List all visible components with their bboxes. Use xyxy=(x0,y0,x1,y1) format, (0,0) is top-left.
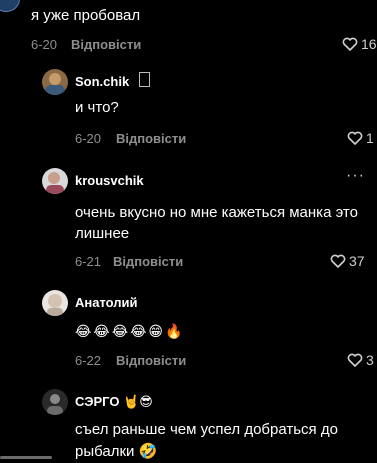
more-options-icon[interactable]: ··· xyxy=(346,167,365,185)
reply-button[interactable]: Відповісти xyxy=(113,254,183,269)
reply-text-line-2: рыбалки 🤣 xyxy=(75,443,158,460)
reply-date: 6-22 xyxy=(75,353,102,368)
reply-date: 6-21 xyxy=(75,254,102,269)
reply-button[interactable]: Відповісти xyxy=(116,353,186,368)
cropped-bottom-text xyxy=(0,452,60,461)
heart-icon xyxy=(347,353,363,367)
like-count: 3 xyxy=(366,352,374,368)
reply-username[interactable]: Son.chik xyxy=(75,74,129,89)
like-button[interactable]: 37 xyxy=(330,253,365,269)
top-comment-like-count: 16 xyxy=(361,36,377,52)
reply-button[interactable]: Відповісти xyxy=(116,131,186,146)
avatar[interactable] xyxy=(42,69,68,95)
reply-date: 6-20 xyxy=(75,131,102,146)
avatar[interactable] xyxy=(42,389,68,415)
reply-emoji: 😂😂😂😂😁🔥 xyxy=(75,323,185,339)
heart-icon xyxy=(347,131,363,145)
avatar[interactable] xyxy=(42,290,68,316)
heart-icon xyxy=(330,254,346,268)
top-comment-like-button[interactable]: 16 xyxy=(342,36,377,52)
reply-text-line-1: очень вкусно но мне кажеться манка это xyxy=(75,204,358,221)
reply-text-line-1: съел раньше чем успел добраться до xyxy=(75,421,338,438)
reply-text-line-2: лишнее xyxy=(75,225,130,242)
like-button[interactable]: 1 xyxy=(347,130,374,146)
like-count: 1 xyxy=(366,130,374,146)
like-count: 37 xyxy=(349,253,365,269)
like-button[interactable]: 3 xyxy=(347,352,374,368)
reply-username[interactable]: СЭРГО 🤘😎 xyxy=(75,394,153,410)
top-comment-text: я уже пробовал xyxy=(31,7,141,24)
partial-avatar xyxy=(0,0,20,12)
reply-username[interactable]: Анатолий xyxy=(75,295,138,310)
reply-text: и что? xyxy=(75,99,119,116)
unknown-glyph-icon xyxy=(139,72,150,87)
avatar[interactable] xyxy=(42,168,68,194)
top-comment-date: 6-20 xyxy=(31,37,58,52)
top-comment-reply-button[interactable]: Відповісти xyxy=(71,37,141,52)
heart-icon xyxy=(342,37,358,51)
reply-username[interactable]: krousvchik xyxy=(75,173,144,188)
